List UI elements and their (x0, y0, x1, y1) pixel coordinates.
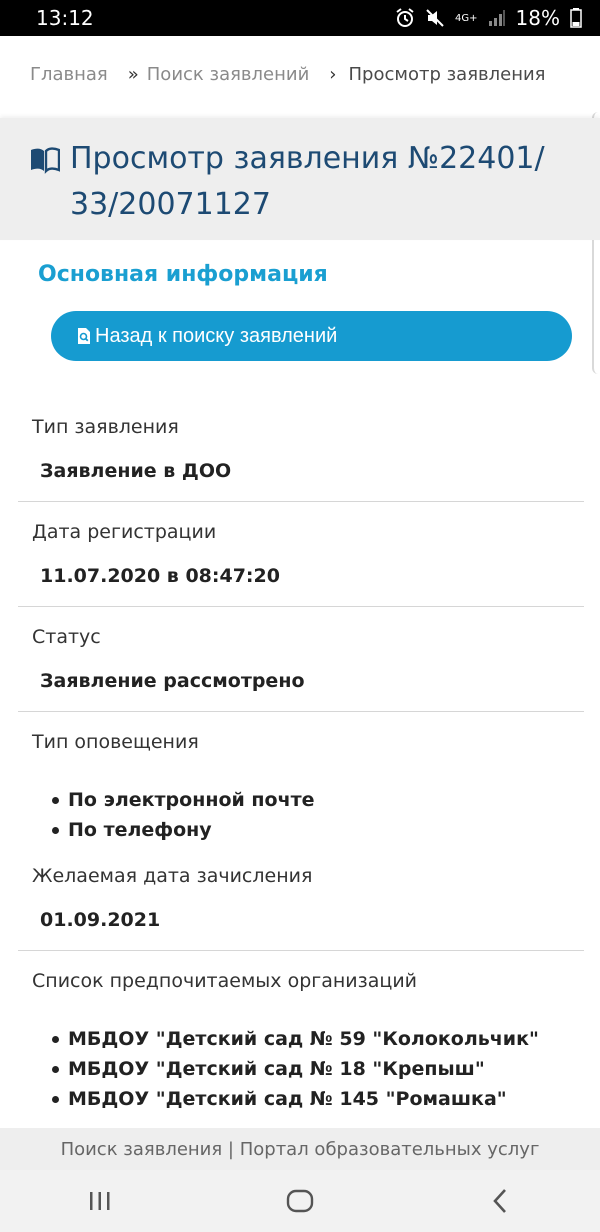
mute-icon (425, 8, 445, 28)
field-value: 01.09.2021 (40, 909, 161, 931)
section-title: Основная информация (38, 262, 328, 287)
breadcrumb-search[interactable]: Поиск заявлений (147, 64, 310, 85)
signal-icon (488, 9, 506, 27)
field-desired-date: Желаемая дата зачисления 01.09.2021 (18, 865, 584, 931)
list-item: МБДОУ "Детский сад № 18 "Крепыш" (52, 1054, 584, 1084)
field-label: Список предпочитаемых организаций (32, 970, 418, 992)
divider (18, 711, 584, 712)
title-block: Просмотр заявления №22401/ 33/20071127 (0, 118, 600, 240)
list-item: По электронной почте (52, 785, 584, 815)
footer-page-title: Поиск заявления | Портал образовательных… (0, 1128, 600, 1170)
status-icons: 4G+ 18% (395, 6, 582, 30)
list-item: По телефону (52, 815, 584, 845)
back-to-search-label: Назад к поиску заявлений (95, 324, 338, 347)
field-preferred-organizations: Список предпочитаемых организаций МБДОУ … (18, 970, 584, 1114)
battery-percent: 18% (515, 6, 560, 30)
field-value: Заявление рассмотрено (40, 670, 305, 692)
list-item: МБДОУ "Детский сад № 59 "Колокольчик" (52, 1024, 584, 1054)
page-title-text: Просмотр заявления №22401/ 33/20071127 (70, 141, 545, 222)
status-time: 13:12 (36, 6, 94, 30)
page-title: Просмотр заявления №22401/ 33/20071127 (30, 136, 570, 228)
back-icon[interactable] (470, 1181, 530, 1221)
breadcrumb-current: Просмотр заявления (348, 63, 546, 85)
chevron-right-icon: » (127, 63, 139, 85)
system-nav-bar (0, 1170, 600, 1232)
divider (18, 606, 584, 607)
field-value: 11.07.2020 в 08:47:20 (40, 565, 280, 587)
field-label: Тип оповещения (32, 731, 199, 753)
search-document-icon (78, 328, 90, 344)
field-label: Желаемая дата зачисления (32, 865, 313, 887)
divider (18, 501, 584, 502)
breadcrumb: Главная » Поиск заявлений › Просмотр зая… (30, 58, 580, 90)
field-label: Дата регистрации (32, 521, 217, 543)
organizations-list: МБДОУ "Детский сад № 59 "Колокольчик" МБ… (18, 1024, 584, 1114)
network-type-icon: 4G+ (455, 12, 478, 24)
field-notification-type: Тип оповещения По электронной почте По т… (18, 731, 584, 845)
chevron-right-icon: › (329, 63, 337, 85)
book-icon (31, 147, 60, 174)
recent-apps-icon[interactable] (70, 1181, 130, 1221)
list-item: МБДОУ "Детский сад № 145 "Ромашка" (52, 1084, 584, 1114)
alarm-icon (395, 8, 415, 28)
breadcrumb-home[interactable]: Главная (30, 64, 108, 85)
battery-icon (570, 8, 582, 28)
home-icon[interactable] (270, 1181, 330, 1221)
field-application-type: Тип заявления Заявление в ДОО (18, 416, 584, 482)
field-registration-date: Дата регистрации 11.07.2020 в 08:47:20 (18, 521, 584, 587)
status-bar: 13:12 4G+ 18% (0, 0, 600, 36)
field-label: Статус (32, 626, 101, 648)
back-to-search-button[interactable]: Назад к поиску заявлений (51, 311, 572, 361)
field-status: Статус Заявление рассмотрено (18, 626, 584, 692)
field-value: Заявление в ДОО (40, 460, 232, 482)
notification-list: По электронной почте По телефону (18, 785, 584, 845)
divider (18, 950, 584, 951)
field-label: Тип заявления (32, 416, 179, 438)
